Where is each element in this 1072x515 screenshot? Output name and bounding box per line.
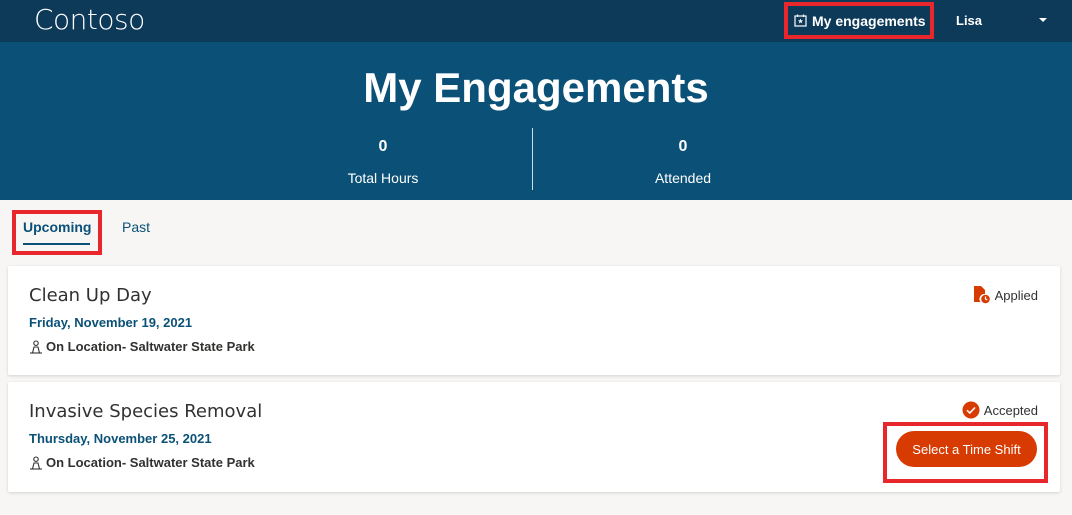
stat-label: Total Hours bbox=[347, 170, 419, 186]
chevron-down-icon[interactable] bbox=[1039, 18, 1047, 22]
tab-upcoming[interactable]: Upcoming bbox=[23, 219, 91, 235]
status-text: Accepted bbox=[983, 402, 1038, 418]
engagement-location: On Location- Saltwater State Park bbox=[29, 339, 255, 354]
stat-label: Attended bbox=[654, 170, 712, 186]
stat-divider bbox=[532, 128, 533, 190]
active-tab-indicator bbox=[23, 243, 90, 245]
engagement-date: Thursday, November 25, 2021 bbox=[29, 431, 212, 446]
engagement-title: Clean Up Day bbox=[29, 285, 152, 306]
location-person-icon bbox=[30, 455, 42, 470]
location-person-icon bbox=[30, 339, 42, 354]
select-time-shift-button[interactable]: Select a Time Shift bbox=[896, 431, 1037, 467]
stat-value: 0 bbox=[678, 138, 688, 155]
stat-value: 0 bbox=[378, 138, 388, 155]
check-circle-icon bbox=[962, 401, 980, 419]
engagement-status: Applied bbox=[973, 285, 1038, 305]
hero-banner: My Engagements 0 Total Hours 0 Attended bbox=[0, 42, 1072, 200]
location-text: On Location- Saltwater State Park bbox=[46, 455, 255, 470]
status-text: Applied bbox=[994, 287, 1038, 303]
stat-total-hours: 0 Total Hours bbox=[283, 138, 483, 186]
location-text: On Location- Saltwater State Park bbox=[46, 339, 255, 354]
engagement-card[interactable]: Clean Up Day Friday, November 19, 2021 O… bbox=[8, 266, 1060, 375]
brand-logo[interactable]: Contoso bbox=[34, 3, 145, 36]
my-engagements-nav-link[interactable]: My engagements bbox=[784, 2, 934, 39]
engagement-location: On Location- Saltwater State Park bbox=[29, 455, 255, 470]
engagement-date: Friday, November 19, 2021 bbox=[29, 315, 193, 330]
stat-attended: 0 Attended bbox=[583, 138, 783, 186]
tab-past[interactable]: Past bbox=[122, 219, 150, 235]
calendar-star-icon bbox=[794, 14, 807, 27]
user-menu-name[interactable]: Lisa bbox=[956, 13, 982, 28]
page-title: My Engagements bbox=[363, 64, 709, 111]
top-nav-bar: Contoso My engagements Lisa bbox=[0, 0, 1072, 42]
document-clock-icon bbox=[973, 286, 990, 304]
engagement-title: Invasive Species Removal bbox=[29, 401, 263, 422]
my-engagements-label: My engagements bbox=[812, 12, 926, 29]
engagement-status: Accepted bbox=[962, 401, 1038, 419]
